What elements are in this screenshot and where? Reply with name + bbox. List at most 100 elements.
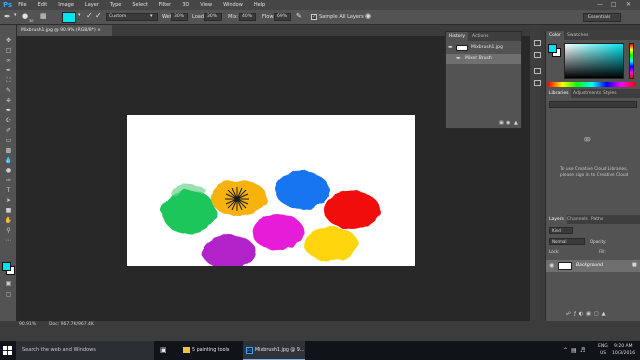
mix-input[interactable]: 40% bbox=[239, 13, 256, 21]
gradient-tool-icon[interactable]: ▩ bbox=[4, 147, 13, 154]
hand-tool-icon[interactable]: ✋ bbox=[4, 217, 13, 224]
move-tool-icon[interactable]: ✥ bbox=[4, 37, 13, 44]
trash-icon[interactable]: ▲ bbox=[514, 120, 518, 126]
color-field[interactable] bbox=[564, 43, 624, 79]
tab-history[interactable]: History bbox=[446, 32, 469, 41]
network-icon[interactable]: ▤ bbox=[571, 347, 577, 354]
input-language[interactable]: ENG bbox=[598, 344, 608, 349]
minimize-icon[interactable]: — bbox=[597, 1, 603, 8]
history-snapshot[interactable]: ✒ Mixbrush1.jpg bbox=[446, 43, 521, 53]
menu-3d[interactable]: 3D bbox=[182, 2, 189, 8]
volume-icon[interactable]: ♬ bbox=[580, 347, 585, 354]
tab-channels[interactable]: Channels bbox=[564, 215, 591, 224]
chevron-down-icon[interactable]: ▾ bbox=[14, 12, 17, 18]
layer-kind-filter[interactable]: Kind bbox=[549, 227, 573, 234]
visibility-eye-icon[interactable]: ◉ bbox=[549, 262, 554, 269]
maximize-icon[interactable]: □ bbox=[611, 1, 617, 8]
windows-start-icon[interactable] bbox=[3, 346, 12, 355]
task-view-icon[interactable]: ▣ bbox=[160, 341, 167, 360]
clock-time[interactable]: 9:20 AM bbox=[614, 344, 633, 349]
current-color-swatch[interactable] bbox=[62, 12, 76, 23]
more-tools-icon[interactable]: ⋯ bbox=[4, 237, 13, 244]
tray-chevron-icon[interactable]: ⌃ bbox=[563, 347, 568, 354]
history-state-selected[interactable]: ✒ Mixer Brush bbox=[446, 54, 521, 64]
flow-input[interactable]: 69% bbox=[274, 13, 291, 21]
blur-tool-icon[interactable]: 💧 bbox=[4, 157, 13, 164]
crop-tool-icon[interactable]: ⛶ bbox=[4, 77, 13, 84]
menu-help[interactable]: Help bbox=[254, 2, 265, 8]
healing-brush-tool-icon[interactable]: ⎈ bbox=[4, 97, 13, 104]
lasso-tool-icon[interactable]: ∞ bbox=[4, 57, 13, 64]
actions-dock-icon[interactable] bbox=[534, 52, 541, 58]
canvas[interactable] bbox=[127, 115, 415, 269]
paragraph-dock-icon[interactable] bbox=[534, 80, 541, 86]
layer-actions-icons[interactable]: ☍ƒ◐▣□▲ bbox=[566, 311, 608, 317]
tab-styles[interactable]: Styles bbox=[600, 89, 620, 98]
load-brush-icon[interactable]: ✓ bbox=[86, 11, 93, 20]
menu-view[interactable]: View bbox=[200, 2, 212, 8]
taskbar-search[interactable]: Search the web and Windows bbox=[16, 341, 154, 360]
history-brush-tool-icon[interactable]: ✐ bbox=[4, 127, 13, 134]
menu-edit[interactable]: Edit bbox=[38, 2, 48, 8]
rectangle-tool-icon[interactable]: ■ bbox=[4, 207, 13, 214]
taskbar-item-folder[interactable]: 5 painting tools bbox=[180, 341, 240, 360]
tab-paths[interactable]: Paths bbox=[588, 215, 606, 224]
tab-color[interactable]: Color bbox=[546, 31, 564, 40]
blend-mode-dropdown[interactable]: Normal bbox=[549, 238, 585, 245]
chevron-down-icon[interactable]: ▾ bbox=[78, 12, 81, 18]
layer-row-background[interactable]: ◉ Background ■ bbox=[546, 260, 640, 272]
library-dropdown[interactable] bbox=[549, 101, 637, 108]
properties-dock-icon[interactable] bbox=[534, 68, 541, 74]
zoom-tool-icon[interactable]: ⚲ bbox=[4, 227, 13, 234]
blue-paint-blob bbox=[275, 171, 329, 209]
marquee-tool-icon[interactable]: □ bbox=[4, 47, 13, 54]
mixer-brush-tool-icon[interactable]: ✒ bbox=[4, 107, 13, 114]
new-document-icon[interactable]: ▣ bbox=[499, 120, 504, 126]
camera-icon[interactable]: ◉ bbox=[506, 120, 510, 126]
creative-cloud-icon: ⚭ bbox=[582, 133, 593, 148]
zoom-level[interactable]: 90.91% bbox=[19, 322, 36, 327]
dodge-tool-icon[interactable]: ● bbox=[4, 167, 13, 174]
photoshop-icon: Ps bbox=[246, 347, 253, 354]
tab-actions[interactable]: Actions bbox=[469, 32, 491, 41]
foreground-color-swatch[interactable] bbox=[2, 262, 11, 271]
menu-layer[interactable]: Layer bbox=[85, 2, 99, 8]
wet-input[interactable]: 30% bbox=[171, 13, 188, 21]
menu-type[interactable]: Type bbox=[110, 2, 121, 8]
load-input[interactable]: 30% bbox=[204, 13, 222, 21]
brush-panel-icon[interactable]: ▦ bbox=[40, 12, 47, 20]
eraser-tool-icon[interactable]: ▭ bbox=[4, 137, 13, 144]
clock-date: 10/3/2016 bbox=[612, 351, 636, 356]
color-fg-swatch[interactable] bbox=[548, 44, 557, 53]
type-tool-icon[interactable]: T bbox=[4, 187, 13, 194]
menu-file[interactable]: File bbox=[18, 2, 26, 8]
path-selection-tool-icon[interactable]: ➤ bbox=[4, 197, 13, 204]
clean-brush-icon[interactable]: ✓ bbox=[95, 11, 102, 20]
sample-all-layers-checkbox[interactable]: ✓ bbox=[311, 14, 317, 20]
quick-select-tool-icon[interactable]: ✒ bbox=[4, 67, 13, 74]
screen-mode-icon[interactable]: ▢ bbox=[4, 291, 13, 298]
mixer-brush-icon[interactable]: ✒ bbox=[4, 12, 11, 21]
quick-mask-icon[interactable]: ▣ bbox=[4, 280, 13, 287]
brush-preset-icon[interactable]: ● bbox=[22, 12, 28, 20]
taskbar-item-photoshop[interactable]: Ps Mixbrush1.jpg @ 9... bbox=[243, 341, 305, 360]
pressure-icon[interactable]: ◉ bbox=[365, 12, 371, 20]
input-region: US bbox=[600, 351, 607, 356]
clone-stamp-tool-icon[interactable]: ☪ bbox=[4, 117, 13, 124]
menu-select[interactable]: Select bbox=[132, 2, 147, 8]
eyedropper-tool-icon[interactable]: ✎ bbox=[4, 87, 13, 94]
color-ramp[interactable] bbox=[548, 82, 636, 87]
workspace-switcher[interactable]: Essentials bbox=[583, 13, 621, 22]
hue-slider[interactable] bbox=[629, 43, 634, 79]
pen-tool-icon[interactable]: ✑ bbox=[4, 177, 13, 184]
tab-libraries[interactable]: Libraries bbox=[546, 89, 572, 98]
menu-window[interactable]: Window bbox=[223, 2, 243, 8]
menu-image[interactable]: Image bbox=[58, 2, 74, 8]
menu-filter[interactable]: Filter bbox=[159, 2, 171, 8]
airbrush-icon[interactable]: ✎ bbox=[296, 12, 302, 20]
tab-swatches[interactable]: Swatches bbox=[564, 31, 592, 40]
history-dock-icon[interactable] bbox=[534, 40, 541, 46]
document-tab[interactable]: Mixbrush1.jpg @ 90.9% (RGB/8*) × bbox=[17, 25, 112, 36]
history-brush-source-icon[interactable]: ✒ bbox=[448, 43, 453, 53]
close-icon[interactable]: ✕ bbox=[626, 1, 631, 8]
